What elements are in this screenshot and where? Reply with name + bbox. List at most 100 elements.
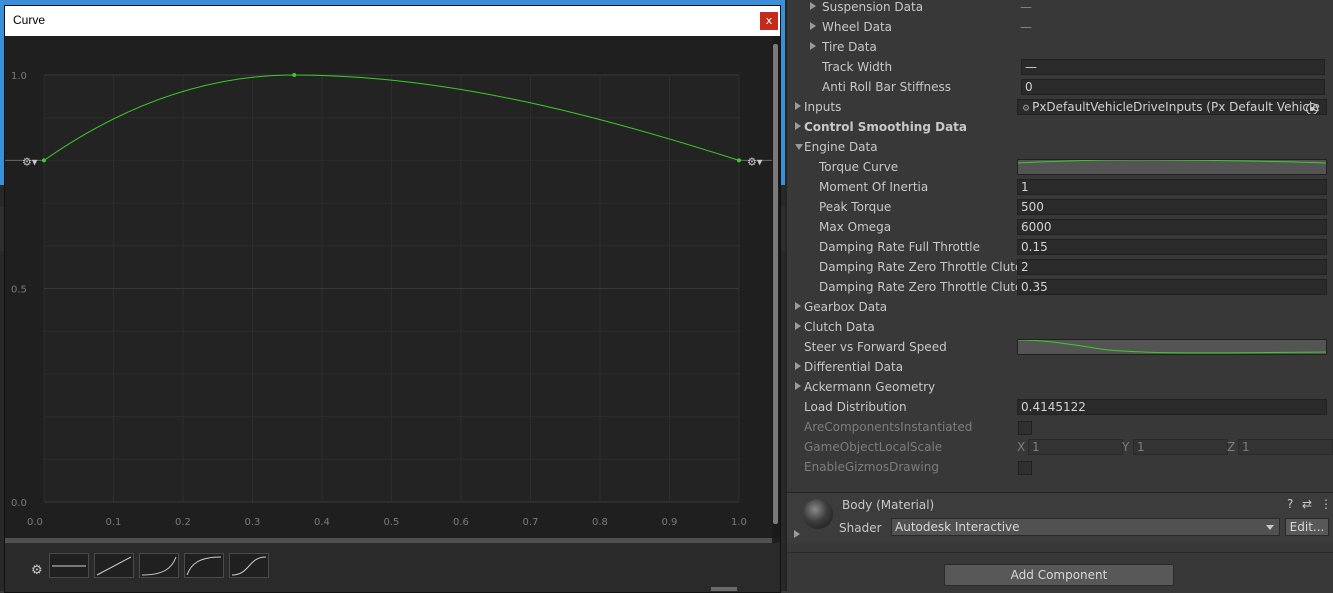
section-divider	[787, 552, 1333, 553]
y-tick-label: 0.0	[11, 498, 27, 509]
vector-component-field[interactable]: 1	[1238, 439, 1333, 455]
preset-constant-icon	[52, 565, 86, 567]
mixed-value-dash: —	[1020, 0, 1032, 14]
property-label: Track Width	[822, 60, 893, 74]
foldout-closed-icon[interactable]	[795, 322, 801, 330]
foldout-closed-icon[interactable]	[795, 102, 801, 110]
curve-window-titlebar[interactable]: Curve x	[5, 6, 780, 36]
value-field[interactable]: 0.35	[1017, 279, 1327, 295]
scrollbar-thumb[interactable]	[773, 44, 778, 524]
shader-edit-button[interactable]: Edit...	[1285, 518, 1329, 536]
property-label: Control Smoothing Data	[804, 120, 968, 134]
preset-ease-in-icon	[141, 556, 177, 576]
inspector-row: EnableGizmosDrawing	[787, 457, 1333, 477]
material-name: Body (Material)	[842, 498, 935, 512]
value-field[interactable]: 2	[1017, 259, 1327, 275]
torque-curve-field[interactable]	[1017, 159, 1327, 175]
object-picker-icon[interactable]	[1306, 103, 1318, 114]
x-tick-label: 0.4	[314, 517, 330, 528]
property-label: Damping Rate Zero Throttle Clutch	[819, 280, 1030, 294]
pre-wrap-gear-icon[interactable]: ⚙▾	[22, 155, 38, 168]
property-label: GameObjectLocalScale	[804, 440, 943, 454]
inspector-row[interactable]: Clutch Data	[787, 317, 1333, 337]
foldout-closed-icon[interactable]	[795, 302, 801, 310]
preset-ease-out[interactable]	[184, 553, 224, 578]
checkbox[interactable]	[1018, 421, 1032, 435]
inspector-row: GameObjectLocalScale X 1 Y 1 Z 1	[787, 437, 1333, 457]
inspector-row[interactable]: Ackermann Geometry	[787, 377, 1333, 397]
vector-component-field[interactable]: 1	[1028, 439, 1123, 455]
object-field[interactable]: ⚙ PxDefaultVehicleDriveInputs (Px Default…	[1017, 99, 1327, 115]
property-label: Wheel Data	[822, 20, 893, 34]
property-label: Ackermann Geometry	[804, 380, 936, 394]
value-field[interactable]: 0.4145122	[1017, 399, 1327, 415]
curve-preset-bar: ⚙	[5, 543, 780, 592]
post-wrap-gear-icon[interactable]: ⚙▾	[747, 155, 763, 168]
property-label: Suspension Data	[822, 0, 924, 14]
value-field[interactable]: 6000	[1017, 219, 1327, 235]
chevron-down-icon	[1266, 525, 1274, 530]
foldout-open-icon[interactable]	[795, 144, 803, 150]
help-icon[interactable]: ?	[1287, 497, 1293, 511]
material-preview-sphere	[803, 499, 833, 529]
inspector-row: Anti Roll Bar Stiffness 0	[787, 77, 1333, 97]
foldout-closed-icon[interactable]	[810, 42, 816, 50]
curve-preview-line	[1018, 160, 1326, 164]
object-field-value: PxDefaultVehicleDriveInputs (Px Default …	[1032, 100, 1320, 114]
curve-keyframe[interactable]	[737, 158, 741, 163]
vector-component-field[interactable]: 1	[1133, 439, 1228, 455]
curve-keyframe[interactable]	[42, 158, 46, 163]
inspector-row[interactable]: Engine Data	[787, 137, 1333, 157]
preset-ease-in-out[interactable]	[229, 553, 269, 578]
curve-plot-svg[interactable]: 1.0 0.5 0.00.0 0.1 0.2 0.3 0.4 0.5 0.6 0.7 0.8 0.9 1…	[5, 36, 772, 538]
property-label: Damping Rate Full Throttle	[819, 240, 981, 254]
property-label: Max Omega	[819, 220, 892, 234]
shader-dropdown-value: Autodesk Interactive	[895, 520, 1020, 534]
inspector-row: AreComponentsInstantiated	[787, 417, 1333, 437]
property-label: Moment Of Inertia	[819, 180, 929, 194]
material-foldout-arrow[interactable]	[794, 530, 800, 538]
inspector-row[interactable]: Differential Data	[787, 357, 1333, 377]
value-field[interactable]: 500	[1017, 199, 1327, 215]
inspector-row: Steer vs Forward Speed	[787, 337, 1333, 357]
value-field[interactable]: 1	[1017, 179, 1327, 195]
checkbox[interactable]	[1018, 461, 1032, 475]
curve-keyframe[interactable]	[292, 73, 297, 77]
steer-curve-field[interactable]	[1017, 339, 1327, 355]
value-field[interactable]: 0.15	[1017, 239, 1327, 255]
preset-ease-out-icon	[186, 556, 222, 576]
value-field[interactable]: —	[1021, 59, 1325, 75]
axis-label: X	[1017, 440, 1026, 454]
foldout-closed-icon[interactable]	[795, 382, 801, 390]
inspector-panel: Suspension Data — Wheel Data — Tire Data Trac…	[785, 0, 1333, 591]
add-component-button[interactable]: Add Component	[944, 564, 1174, 586]
foldout-closed-icon[interactable]	[810, 22, 816, 30]
inspector-row: Damping Rate Full Throttle 0.15	[787, 237, 1333, 257]
inspector-row[interactable]: Inputs ⚙ PxDefaultVehicleDriveInputs (Px D…	[787, 97, 1333, 117]
vertical-scrollbar[interactable]	[772, 36, 780, 538]
component-menu-icon[interactable]: ⋮	[1320, 497, 1332, 511]
inspector-row[interactable]: Gearbox Data	[787, 297, 1333, 317]
foldout-closed-icon[interactable]	[810, 2, 816, 10]
inspector-row[interactable]: Wheel Data —	[787, 17, 1333, 37]
preset-ease-in[interactable]	[139, 553, 179, 578]
close-button[interactable]: x	[760, 12, 778, 30]
value-field[interactable]: 0	[1021, 79, 1325, 95]
x-tick-label: 0.7	[523, 517, 539, 528]
foldout-closed-icon[interactable]	[795, 362, 801, 370]
inspector-row[interactable]: Control Smoothing Data	[787, 117, 1333, 137]
inspector-row[interactable]: Tire Data	[787, 37, 1333, 57]
shader-dropdown[interactable]: Autodesk Interactive	[891, 518, 1280, 536]
foldout-closed-icon[interactable]	[795, 122, 801, 130]
property-label: Steer vs Forward Speed	[804, 340, 947, 354]
x-tick-label: 0.1	[106, 517, 122, 528]
curve-preview-line	[1018, 340, 1326, 354]
presets-icon[interactable]: ⇄	[1302, 497, 1312, 511]
curve-plot-area[interactable]: 1.0 0.5 0.0 0.0 0.1 0.2 0.3 0.4 0.5 0.6 0.7 0.8 0.9 1…	[5, 36, 772, 538]
resize-handle[interactable]	[711, 587, 737, 591]
inspector-row[interactable]: Suspension Data —	[787, 0, 1333, 17]
preset-constant[interactable]	[49, 553, 89, 578]
gear-icon[interactable]: ⚙	[31, 563, 43, 578]
preset-linear-icon	[96, 556, 132, 576]
preset-linear[interactable]	[94, 553, 134, 578]
